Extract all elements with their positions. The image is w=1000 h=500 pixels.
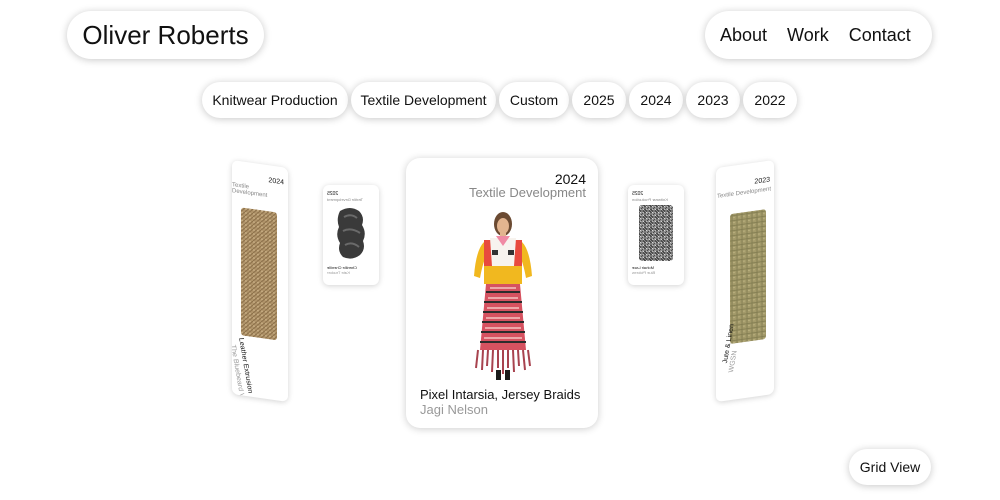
project-card-far-left[interactable]: 2024 Textile Development Leather Extrusi…: [232, 160, 288, 402]
filter-label: Textile Development: [360, 92, 487, 108]
nav-about[interactable]: About: [720, 25, 767, 46]
filter-label: 2024: [640, 92, 672, 108]
card-year: 2023: [754, 176, 770, 186]
card-author: Kate Trucker: [327, 270, 350, 275]
card-image-runway-model: [474, 212, 532, 380]
nav-contact[interactable]: Contact: [849, 25, 911, 46]
grid-view-button[interactable]: Grid View: [849, 449, 931, 485]
filter-label: Custom: [509, 92, 559, 108]
project-card-featured[interactable]: 2024 Textile Development Pixel Intarsia,…: [406, 158, 598, 428]
brand-logo[interactable]: Oliver Roberts: [67, 11, 264, 59]
card-author: Jagi Nelson: [420, 402, 488, 417]
card-title: Pixel Intarsia, Jersey Braids: [420, 387, 581, 402]
filter-2024[interactable]: 2024: [629, 82, 683, 118]
card-image-lace-texture: [639, 205, 673, 261]
filter-custom[interactable]: Custom: [499, 82, 569, 118]
nav-work[interactable]: Work: [787, 25, 829, 46]
card-category: Knitwear Production: [632, 197, 668, 202]
filter-2025[interactable]: 2025: [572, 82, 626, 118]
filter-label: Knitwear Production: [212, 92, 338, 108]
filter-label: 2025: [583, 92, 615, 108]
card-year: 2024: [268, 177, 284, 187]
card-category: Textile Development: [716, 186, 771, 200]
project-card-far-right[interactable]: 2023 Textile Development Jute & Linen WG…: [716, 159, 774, 403]
filter-label: 2022: [754, 92, 786, 108]
grid-view-label: Grid View: [859, 459, 921, 475]
filter-textile-development[interactable]: Textile Development: [351, 82, 496, 118]
project-card-near-left[interactable]: 2025 Textile Development Chenille Chenil…: [323, 185, 379, 285]
card-category: Textile Development: [327, 197, 364, 202]
filter-2022[interactable]: 2022: [743, 82, 797, 118]
project-card-near-right[interactable]: 2025 Knitwear Production Mohair Lace Blu…: [628, 185, 684, 285]
card-category: Textile Development: [468, 185, 586, 200]
brand-name: Oliver Roberts: [82, 19, 249, 50]
card-image-chenille: [337, 208, 365, 259]
card-image-straw-texture: [241, 207, 277, 340]
card-author: Blue Pickens: [632, 270, 656, 275]
main-nav: About Work Contact: [705, 11, 932, 59]
filter-knitwear-production[interactable]: Knitwear Production: [202, 82, 348, 118]
filter-label: 2023: [697, 92, 729, 108]
filter-2023[interactable]: 2023: [686, 82, 740, 118]
